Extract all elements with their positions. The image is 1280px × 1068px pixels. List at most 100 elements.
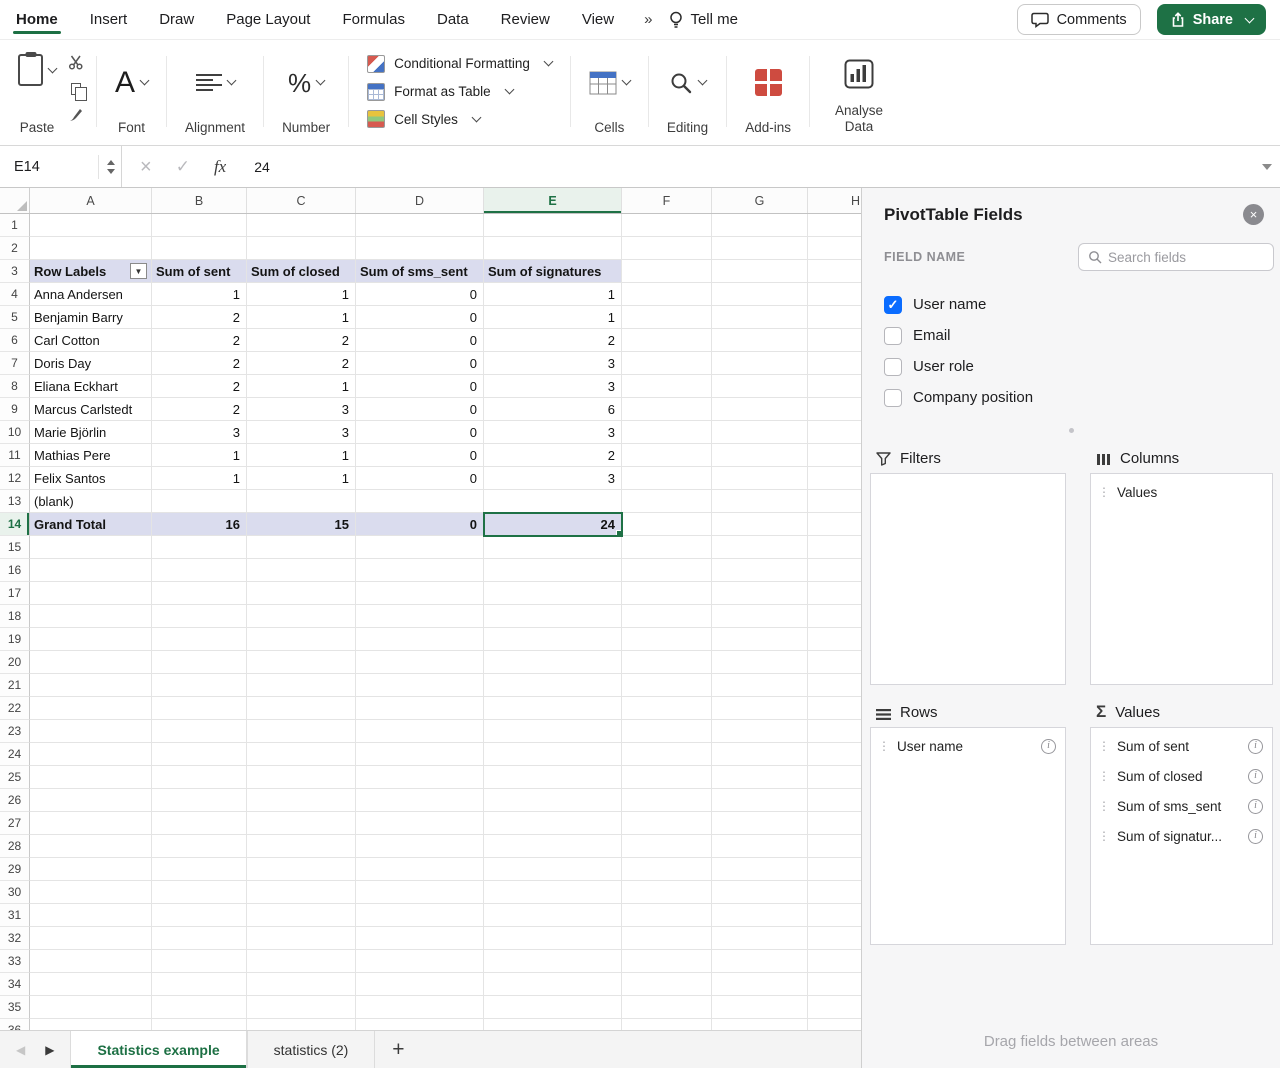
cell-D28[interactable] [356, 835, 484, 858]
cell-D25[interactable] [356, 766, 484, 789]
cell-G3[interactable] [712, 260, 808, 283]
cell-B4[interactable]: 1 [152, 283, 247, 306]
cell-H11[interactable] [808, 444, 861, 467]
cell-B12[interactable]: 1 [152, 467, 247, 490]
cell-F13[interactable] [622, 490, 712, 513]
cell-D35[interactable] [356, 996, 484, 1019]
field-search[interactable] [1078, 243, 1274, 271]
values-drop-area[interactable]: Sum of sentiSum of closediSum of sms_sen… [1090, 727, 1273, 945]
cell-H8[interactable] [808, 375, 861, 398]
cell-G36[interactable] [712, 1019, 808, 1030]
cell-D13[interactable] [356, 490, 484, 513]
formula-input[interactable]: 24 [254, 159, 270, 175]
cell-A36[interactable] [30, 1019, 152, 1030]
cell-F34[interactable] [622, 973, 712, 996]
cell-G4[interactable] [712, 283, 808, 306]
cell-B2[interactable] [152, 237, 247, 260]
panel-splitter[interactable] [862, 419, 1280, 441]
cell-E6[interactable]: 2 [484, 329, 622, 352]
cell-E25[interactable] [484, 766, 622, 789]
cell-F23[interactable] [622, 720, 712, 743]
cell-E10[interactable]: 3 [484, 421, 622, 444]
cell-E15[interactable] [484, 536, 622, 559]
row-header-7[interactable]: 7 [0, 352, 30, 375]
cell-A23[interactable] [30, 720, 152, 743]
ribbon-tab-review[interactable]: Review [501, 0, 550, 39]
row-header-28[interactable]: 28 [0, 835, 30, 858]
cell-C23[interactable] [247, 720, 356, 743]
cell-F15[interactable] [622, 536, 712, 559]
row-header-22[interactable]: 22 [0, 697, 30, 720]
cell-D9[interactable]: 0 [356, 398, 484, 421]
font-group[interactable]: A Font [99, 46, 164, 137]
cell-D1[interactable] [356, 214, 484, 237]
cell-G17[interactable] [712, 582, 808, 605]
cell-F8[interactable] [622, 375, 712, 398]
row-header-6[interactable]: 6 [0, 329, 30, 352]
cell-G10[interactable] [712, 421, 808, 444]
cell-H35[interactable] [808, 996, 861, 1019]
cell-D18[interactable] [356, 605, 484, 628]
cell-E21[interactable] [484, 674, 622, 697]
select-all-corner[interactable] [0, 188, 30, 213]
cell-E2[interactable] [484, 237, 622, 260]
cell-C7[interactable]: 2 [247, 352, 356, 375]
cell-D16[interactable] [356, 559, 484, 582]
column-header-E[interactable]: E [484, 188, 622, 213]
share-button[interactable]: Share [1157, 4, 1266, 35]
row-header-25[interactable]: 25 [0, 766, 30, 789]
cell-C16[interactable] [247, 559, 356, 582]
cell-D15[interactable] [356, 536, 484, 559]
cell-B1[interactable] [152, 214, 247, 237]
cell-A25[interactable] [30, 766, 152, 789]
cell-G34[interactable] [712, 973, 808, 996]
ribbon-tab-draw[interactable]: Draw [159, 0, 194, 39]
cell-G21[interactable] [712, 674, 808, 697]
cell-A32[interactable] [30, 927, 152, 950]
cell-B22[interactable] [152, 697, 247, 720]
row-header-5[interactable]: 5 [0, 306, 30, 329]
cell-C2[interactable] [247, 237, 356, 260]
editing-group[interactable]: Editing [651, 46, 724, 137]
cell-C10[interactable]: 3 [247, 421, 356, 444]
cell-D27[interactable] [356, 812, 484, 835]
cell-F5[interactable] [622, 306, 712, 329]
cell-F7[interactable] [622, 352, 712, 375]
cell-C8[interactable]: 1 [247, 375, 356, 398]
cell-E29[interactable] [484, 858, 622, 881]
row-header-34[interactable]: 34 [0, 973, 30, 996]
close-panel-icon[interactable]: × [1243, 204, 1264, 225]
cell-A2[interactable] [30, 237, 152, 260]
pivot-area-item-values[interactable]: Values [1091, 477, 1272, 507]
cell-H6[interactable] [808, 329, 861, 352]
cell-D4[interactable]: 0 [356, 283, 484, 306]
cell-C29[interactable] [247, 858, 356, 881]
row-header-2[interactable]: 2 [0, 237, 30, 260]
pivot-area-item-user-name[interactable]: User namei [871, 731, 1065, 761]
cell-C15[interactable] [247, 536, 356, 559]
cell-B36[interactable] [152, 1019, 247, 1030]
cell-H20[interactable] [808, 651, 861, 674]
cell-C12[interactable]: 1 [247, 467, 356, 490]
cell-C4[interactable]: 1 [247, 283, 356, 306]
row-header-33[interactable]: 33 [0, 950, 30, 973]
cell-C19[interactable] [247, 628, 356, 651]
cell-C14[interactable]: 15 [247, 513, 356, 536]
cell-F29[interactable] [622, 858, 712, 881]
row-header-14[interactable]: 14 [0, 513, 30, 536]
ribbon-tab-view[interactable]: View [582, 0, 614, 39]
cell-C11[interactable]: 1 [247, 444, 356, 467]
column-header-D[interactable]: D [356, 188, 484, 213]
search-input[interactable] [1108, 250, 1258, 265]
cell-C32[interactable] [247, 927, 356, 950]
cell-E20[interactable] [484, 651, 622, 674]
column-header-A[interactable]: A [30, 188, 152, 213]
sheet-tab-statistics-2[interactable]: statistics (2) [247, 1031, 376, 1068]
cell-B17[interactable] [152, 582, 247, 605]
info-icon[interactable]: i [1248, 829, 1263, 844]
cell-E33[interactable] [484, 950, 622, 973]
cell-F33[interactable] [622, 950, 712, 973]
cell-C31[interactable] [247, 904, 356, 927]
pivot-area-item-sum-of-signatur[interactable]: Sum of signatur...i [1091, 821, 1272, 851]
cell-B27[interactable] [152, 812, 247, 835]
